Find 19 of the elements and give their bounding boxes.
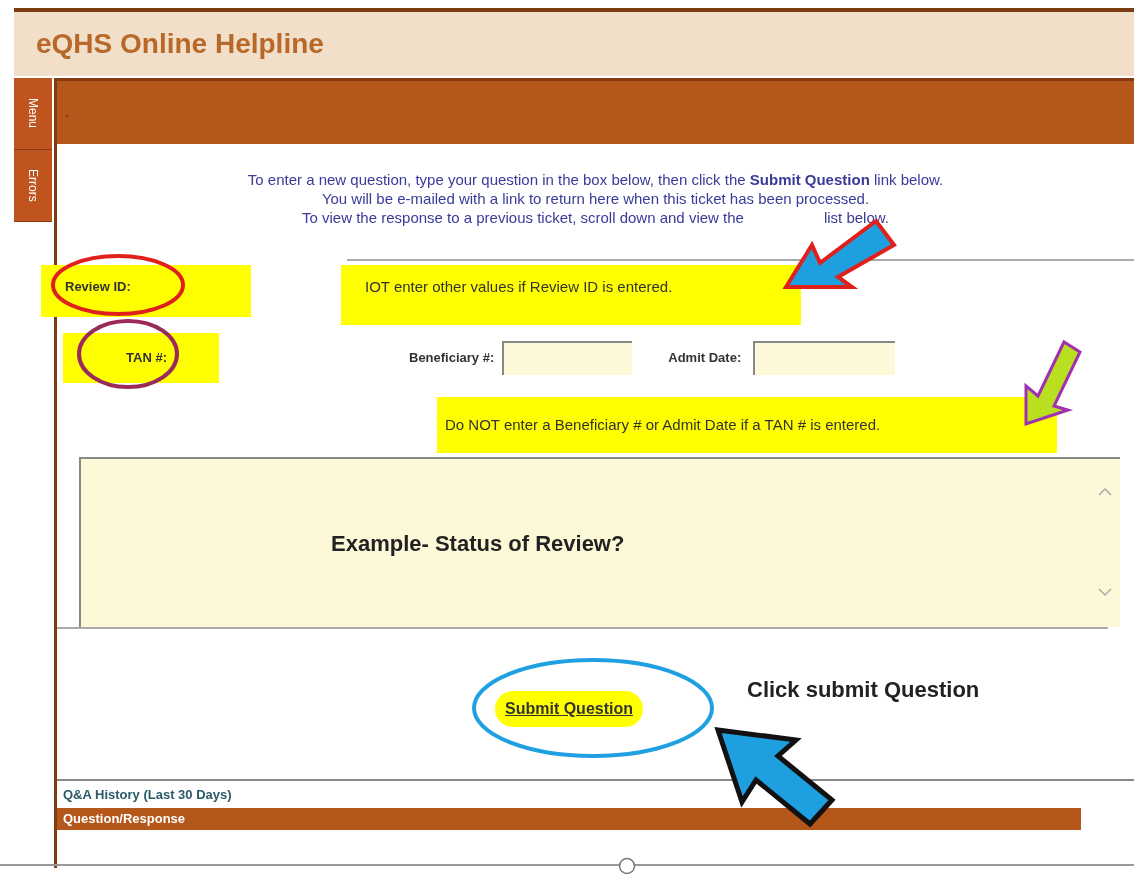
column-header: Question/Response: [63, 809, 186, 828]
instruction-text: To enter a new question, type your question in the box below, then click the Submit Question link below.: [247, 170, 944, 189]
instruction-text: To view the response to a previous ticket, scroll down and view the: [302, 208, 744, 227]
question-text: Example- Status of Review?: [331, 529, 625, 558]
instruction-text: You will be e-mailed with a link to return here when this ticket has been processed.: [321, 189, 870, 208]
admit-date-label: Admit Date:: [668, 349, 742, 368]
beneficiary-label: Beneficiary #:: [409, 349, 495, 368]
callout-text: Click submit Question: [747, 676, 980, 704]
app-title: eQHS Online Helpline: [36, 27, 324, 61]
tan-note: Do NOT enter a Beneficiary # or Admit Date if a TAN # is entered.: [445, 414, 881, 435]
submit-question-link[interactable]: Submit Question: [495, 691, 643, 727]
review-id-label: Review ID:: [65, 278, 131, 296]
history-title: Q&A History (Last 30 Days): [63, 786, 233, 804]
side-tab[interactable]: Menu: [14, 78, 52, 150]
panel-header-text: .: [65, 103, 69, 122]
review-id-note: IOT enter other values if Review ID is entered.: [365, 278, 673, 295]
question-textarea[interactable]: Example- Status of Review?: [79, 457, 1120, 627]
tan-label: TAN #:: [126, 349, 167, 368]
side-tab[interactable]: Errors: [14, 150, 52, 222]
